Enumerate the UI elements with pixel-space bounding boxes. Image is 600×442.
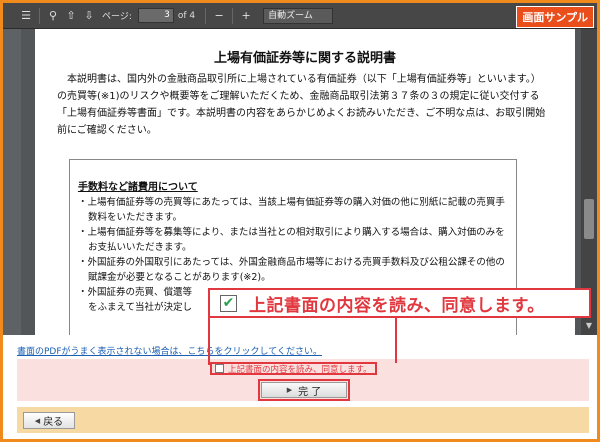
fee-item: ・上場有価証券等を募集等により、または当社との相対取引により購入する場合は、購入…	[78, 227, 505, 253]
page-number-input[interactable]: 3	[137, 8, 174, 23]
next-page-icon[interactable]: ⇩	[80, 7, 98, 25]
zoom-select[interactable]: 自動ズーム	[263, 7, 334, 24]
previous-page-icon[interactable]: ⇧	[62, 7, 80, 25]
done-button-highlight: ▶ 完 了	[258, 379, 350, 401]
agree-text: 上記書面の内容を読み、同意します。	[228, 364, 372, 375]
toolbar-divider	[232, 7, 234, 24]
fee-heading: 手数料など諸費用について	[78, 182, 198, 193]
fee-item: ・外国証券の外国取引にあたっては、外国金融商品市場等における売買手数料及び公租公…	[78, 257, 505, 283]
checkmark-icon: ✔	[220, 294, 237, 312]
fee-item: ・上場有価証券等の売買等にあたっては、当該上場有価証券等の購入対価の他に別紙に記…	[78, 197, 505, 223]
callout-pointer-line	[208, 318, 210, 365]
scrollbar-thumb[interactable]	[584, 199, 594, 239]
scroll-down-icon[interactable]: ▼	[584, 321, 594, 331]
agree-checkbox-label[interactable]: 上記書面の内容を読み、同意します。	[210, 362, 377, 375]
agreement-zoom-callout: ✔ 上記書面の内容を読み、同意します。	[208, 288, 591, 318]
agree-checkbox[interactable]	[215, 364, 224, 373]
screenshot-frame: ☰ ⚲ ⇧ ⇩ ページ: 3 of 4 − + 自動ズーム 上場有価証券等に関す…	[0, 0, 600, 442]
sidebar-toggle-icon[interactable]: ☰	[17, 7, 35, 25]
toolbar-divider	[39, 7, 40, 24]
zoom-out-button[interactable]: −	[210, 7, 228, 25]
pdf-fallback-link[interactable]: 書面のPDFがうまく表示されない場合は、こちらをクリックしてください。	[17, 344, 322, 357]
back-button[interactable]: ◀ 戻る	[23, 412, 75, 429]
done-button-label: 完 了	[298, 386, 322, 398]
document-title: 上場有価証券等に関する説明書	[213, 51, 396, 66]
chevron-right-icon: ▶	[286, 386, 293, 394]
viewer-margin	[3, 29, 21, 335]
back-button-label: 戻る	[43, 417, 64, 428]
chevron-left-icon: ◀	[34, 416, 41, 425]
pdf-toolbar: ☰ ⚲ ⇧ ⇩ ページ: 3 of 4 − + 自動ズーム	[3, 3, 597, 29]
done-button[interactable]: ▶ 完 了	[261, 382, 347, 398]
search-icon[interactable]: ⚲	[44, 7, 62, 25]
page-total: of 4	[177, 10, 196, 21]
zoom-in-button[interactable]: +	[237, 7, 255, 25]
callout-pointer-line	[395, 318, 397, 363]
page-label: ページ:	[102, 12, 132, 22]
sample-screen-badge: 画面サンプル	[516, 6, 594, 28]
back-bar: ◀ 戻る	[17, 407, 589, 433]
callout-text: 上記書面の内容を読み、同意します。	[249, 295, 545, 316]
toolbar-divider	[205, 7, 207, 24]
agreement-panel: 上記書面の内容を読み、同意します。 ▶ 完 了	[17, 359, 589, 401]
document-intro: 本説明書は、国内外の金融商品取引所に上場されている有価証券（以下「上場有価証券等…	[57, 74, 546, 136]
